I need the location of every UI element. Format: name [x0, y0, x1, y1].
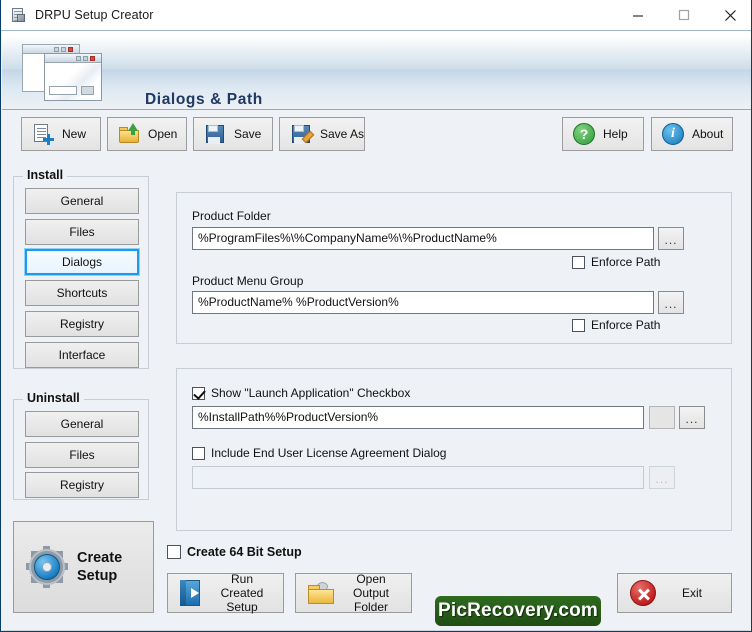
run-created-setup-button[interactable]: Run Created Setup [167, 572, 284, 614]
save-button-label: Save [234, 127, 262, 141]
setup-document-icon [10, 7, 26, 23]
create-setup-label: Create Setup [77, 549, 122, 585]
open-button-label: Open [148, 127, 178, 141]
create-setup-line2: Setup [77, 568, 118, 584]
checkbox-box [192, 446, 205, 460]
open-output-folder-line1: Open Output [352, 572, 390, 600]
label: Shortcuts [56, 286, 108, 300]
new-button[interactable]: New [21, 117, 101, 151]
dialogs-illustration-icon [22, 44, 102, 101]
launch-application-icon-button[interactable] [649, 406, 675, 429]
sidebar-item-uninstall-registry[interactable]: Registry [25, 472, 139, 498]
checkbox-box [572, 255, 585, 269]
exit-cross-icon [630, 580, 656, 606]
checkbox-label: Include End User License Agreement Dialo… [211, 446, 447, 460]
label: General [60, 417, 104, 431]
label: General [60, 194, 104, 208]
label: Dialogs [61, 255, 103, 269]
run-setup-icon [180, 580, 204, 606]
product-folder-input[interactable]: %ProgramFiles%\%CompanyName%\%ProductNam… [192, 227, 654, 250]
new-document-icon [32, 123, 54, 145]
save-as-button-label: Save As [320, 127, 365, 141]
help-button-label: Help [603, 127, 628, 141]
sidebar-item-install-shortcuts[interactable]: Shortcuts [25, 280, 139, 306]
eula-path-input[interactable] [192, 466, 644, 489]
checkbox-box [192, 386, 205, 400]
page-title: Dialogs & Path [145, 91, 263, 108]
product-menu-group-label: Product Menu Group [192, 274, 304, 288]
toolbar: New Open Save Save As ? Help i About [1, 111, 751, 158]
about-button-label: About [692, 127, 724, 141]
product-menu-group-enforce-path-checkbox[interactable]: Enforce Path [572, 318, 660, 332]
application-window: DRPU Setup Creator Dialogs & Path New Op… [0, 0, 752, 632]
about-button[interactable]: i About [651, 117, 733, 151]
help-button[interactable]: ? Help [562, 117, 644, 151]
maximize-icon[interactable] [661, 0, 707, 30]
sidebar-item-install-files[interactable]: Files [25, 219, 139, 245]
open-output-folder-icon [308, 582, 334, 604]
sidebar-item-uninstall-general[interactable]: General [25, 411, 139, 437]
sidebar-item-uninstall-files[interactable]: Files [25, 442, 139, 468]
floppy-save-icon [204, 123, 226, 145]
exit-button[interactable]: Exit [617, 573, 732, 613]
checkbox-label: Enforce Path [591, 255, 661, 269]
sidebar-item-install-registry[interactable]: Registry [25, 311, 139, 337]
save-button[interactable]: Save [193, 117, 273, 151]
label: Interface [58, 348, 106, 362]
label: Files [69, 225, 95, 239]
open-button[interactable]: Open [107, 117, 187, 151]
eula-browse-button[interactable]: ... [649, 466, 675, 489]
run-created-setup-line2: Setup [226, 600, 258, 614]
new-button-label: New [62, 127, 87, 141]
header-banner: Dialogs & Path [2, 31, 751, 110]
label: Files [69, 448, 95, 462]
product-menu-group-browse-button[interactable]: ... [658, 291, 684, 314]
title-bar: DRPU Setup Creator [1, 0, 751, 31]
create-setup-button[interactable]: Create Setup [13, 521, 154, 613]
product-menu-group-input[interactable]: %ProductName% %ProductVersion% [192, 291, 654, 314]
checkbox-box [572, 318, 585, 332]
watermark: PicRecovery.com [435, 596, 601, 626]
window-controls [615, 0, 751, 30]
floppy-pencil-save-as-icon [290, 123, 312, 145]
window-title: DRPU Setup Creator [35, 8, 154, 22]
minimize-icon[interactable] [615, 0, 661, 30]
product-folder-label: Product Folder [192, 209, 271, 223]
status-divider [2, 630, 750, 631]
launch-application-path-input[interactable]: %InstallPath%%ProductVersion% [192, 406, 644, 429]
sidebar-item-install-general[interactable]: General [25, 188, 139, 214]
checkbox-label: Create 64 Bit Setup [187, 545, 302, 559]
include-eula-dialog-checkbox[interactable]: Include End User License Agreement Dialo… [192, 446, 446, 460]
help-question-icon: ? [573, 123, 595, 145]
product-folder-browse-button[interactable]: ... [658, 227, 684, 250]
run-created-setup-label: Run Created Setup [213, 572, 271, 614]
checkbox-box [167, 545, 181, 559]
sidebar-item-install-interface[interactable]: Interface [25, 342, 139, 368]
install-group-legend: Install [23, 168, 68, 182]
create-setup-line1: Create [77, 550, 123, 566]
open-output-folder-line2: Folder [353, 600, 388, 614]
about-info-icon: i [662, 123, 684, 145]
create-64bit-setup-checkbox[interactable]: Create 64 Bit Setup [167, 545, 302, 559]
exit-button-label: Exit [681, 586, 702, 600]
label: Registry [59, 317, 104, 331]
uninstall-group-legend: Uninstall [23, 391, 84, 405]
sidebar-item-install-dialogs[interactable]: Dialogs [25, 249, 139, 275]
checkbox-label: Enforce Path [591, 318, 661, 332]
install-group: Install General Files Dialogs Shortcuts … [13, 168, 149, 369]
checkbox-label: Show "Launch Application" Checkbox [211, 386, 411, 400]
label: Registry [59, 478, 104, 492]
close-icon[interactable] [707, 0, 751, 30]
gear-setup-icon [26, 546, 68, 588]
open-output-folder-button[interactable]: Open Output Folder [295, 572, 412, 614]
product-folder-enforce-path-checkbox[interactable]: Enforce Path [572, 255, 660, 269]
open-output-folder-label: Open Output Folder [343, 572, 399, 614]
open-folder-icon [118, 123, 140, 145]
uninstall-group: Uninstall General Files Registry [13, 391, 149, 500]
run-created-setup-line1: Run Created [220, 572, 264, 600]
launch-application-browse-button[interactable]: ... [679, 406, 705, 429]
show-launch-application-checkbox[interactable]: Show "Launch Application" Checkbox [192, 386, 410, 400]
save-as-button[interactable]: Save As [279, 117, 365, 151]
